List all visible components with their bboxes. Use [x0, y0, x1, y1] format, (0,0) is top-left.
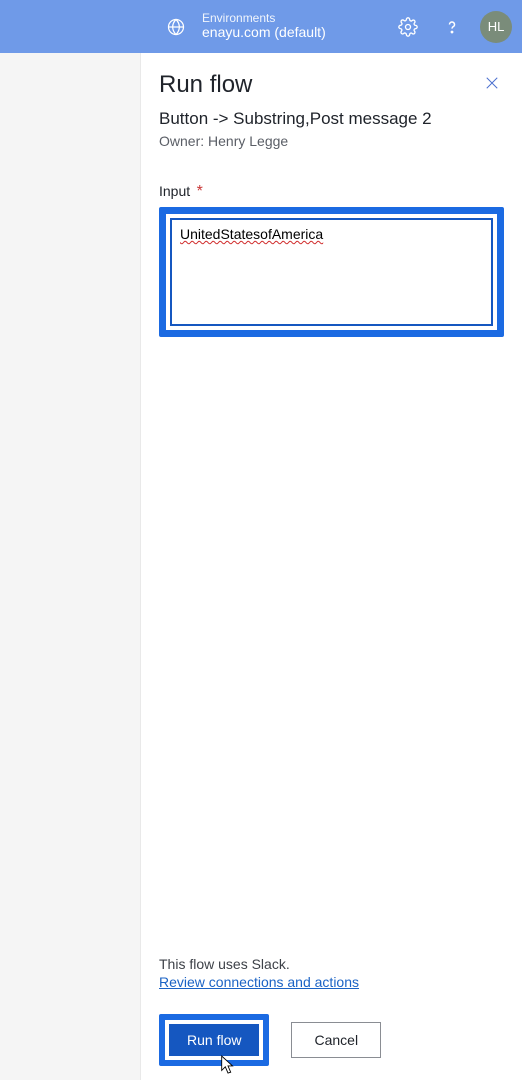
required-indicator: * — [197, 183, 203, 200]
gear-icon — [398, 17, 418, 37]
environment-icon — [160, 11, 192, 43]
owner-line: Owner: Henry Legge — [159, 133, 504, 149]
review-connections-link[interactable]: Review connections and actions — [159, 974, 359, 990]
environment-selector[interactable]: Environments enayu.com (default) — [160, 11, 326, 43]
avatar-initials: HL — [488, 19, 505, 34]
settings-button[interactable] — [392, 11, 424, 43]
footer-info-block: This flow uses Slack. Review connections… — [159, 956, 504, 992]
close-icon — [483, 74, 501, 92]
input-value-text: UnitedStatesofAmerica — [180, 226, 323, 242]
user-avatar[interactable]: HL — [480, 11, 512, 43]
cursor-icon — [219, 1054, 237, 1076]
input-label-row: Input * — [159, 183, 504, 201]
input-label: Input — [159, 183, 190, 199]
input-highlight: UnitedStatesofAmerica — [159, 207, 504, 337]
run-flow-button[interactable]: Run flow — [169, 1024, 259, 1056]
input-field-block: Input * UnitedStatesofAmerica — [159, 183, 504, 337]
background-pane — [0, 53, 141, 1080]
app-header: Environments enayu.com (default) HL — [0, 0, 522, 53]
action-button-row: Run flow Cancel — [159, 1014, 504, 1066]
input-textarea[interactable]: UnitedStatesofAmerica — [170, 218, 493, 326]
run-flow-panel: Run flow Button -> Substring,Post messag… — [141, 53, 522, 1080]
environment-value: enayu.com (default) — [202, 25, 326, 40]
flow-name: Button -> Substring,Post message 2 — [159, 109, 504, 129]
cancel-button[interactable]: Cancel — [291, 1022, 381, 1058]
close-button[interactable] — [480, 71, 504, 95]
run-button-highlight: Run flow — [159, 1014, 269, 1066]
environments-label: Environments — [202, 12, 326, 25]
connector-info: This flow uses Slack. — [159, 956, 504, 972]
help-icon — [442, 17, 462, 37]
help-button[interactable] — [436, 11, 468, 43]
panel-title: Run flow — [159, 71, 252, 99]
